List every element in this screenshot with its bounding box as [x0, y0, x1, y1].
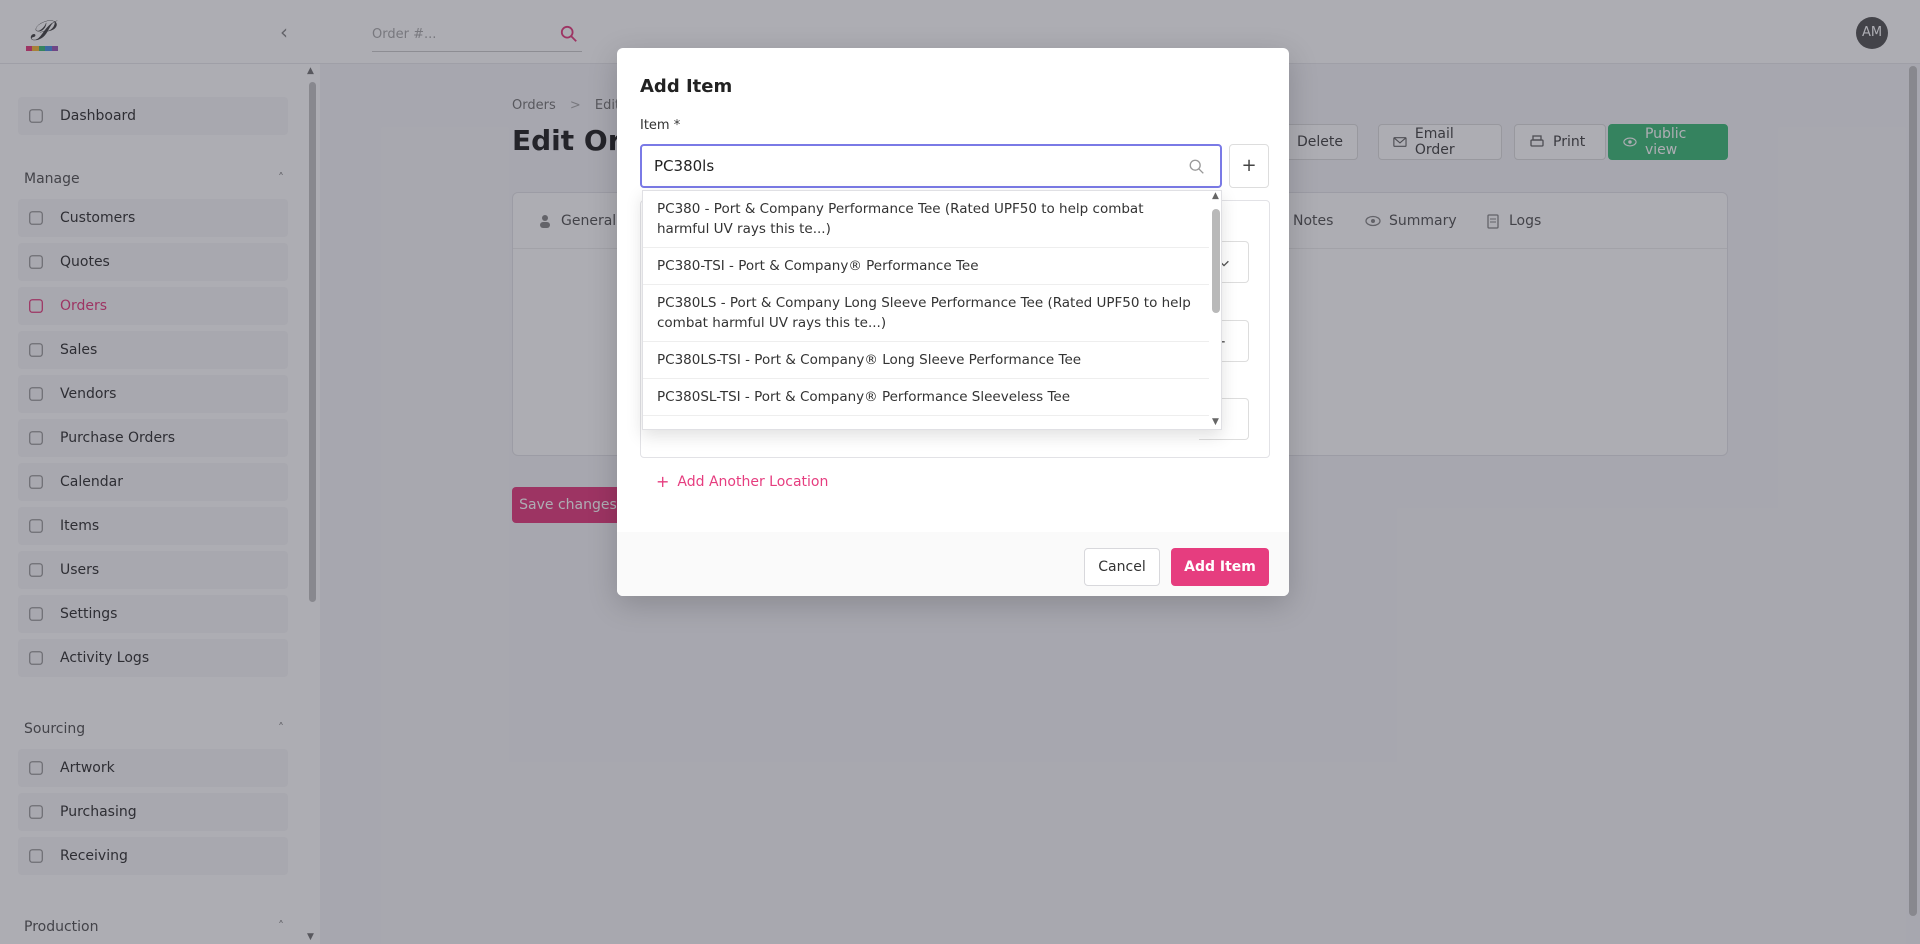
suggestion-option[interactable]: PC380-TSI - Port & Company® Performance …: [643, 248, 1209, 285]
suggestions-list: PC380 - Port & Company Performance Tee (…: [643, 191, 1209, 416]
add-another-location-link[interactable]: + Add Another Location: [656, 472, 828, 491]
scroll-up-arrow-icon[interactable]: ▲: [1212, 191, 1219, 201]
item-suggestions-dropdown: PC380 - Port & Company Performance Tee (…: [642, 190, 1222, 430]
suggestion-option[interactable]: PC380LS - Port & Company Long Sleeve Per…: [643, 285, 1209, 342]
add-location-label: Add Another Location: [677, 473, 829, 490]
dropdown-scroll-thumb[interactable]: [1212, 209, 1220, 313]
suggestion-option[interactable]: PC380LS-TSI - Port & Company® Long Sleev…: [643, 342, 1209, 379]
plus-icon: +: [656, 472, 670, 491]
item-field-label: Item *: [640, 118, 681, 133]
create-item-button[interactable]: +: [1229, 144, 1269, 188]
scroll-down-arrow-icon[interactable]: ▼: [1212, 417, 1219, 427]
search-icon: [1189, 159, 1204, 174]
item-search-field: [640, 144, 1222, 188]
cancel-button[interactable]: Cancel: [1084, 548, 1160, 586]
modal-title: Add Item: [640, 76, 733, 97]
suggestion-option[interactable]: PC380 - Port & Company Performance Tee (…: [643, 191, 1209, 248]
add-item-button[interactable]: Add Item: [1171, 548, 1269, 586]
item-search-input[interactable]: [654, 155, 1174, 177]
dropdown-scrollbar[interactable]: ▲ ▼: [1209, 191, 1221, 429]
suggestion-option[interactable]: PC380SL-TSI - Port & Company® Performanc…: [643, 379, 1209, 416]
